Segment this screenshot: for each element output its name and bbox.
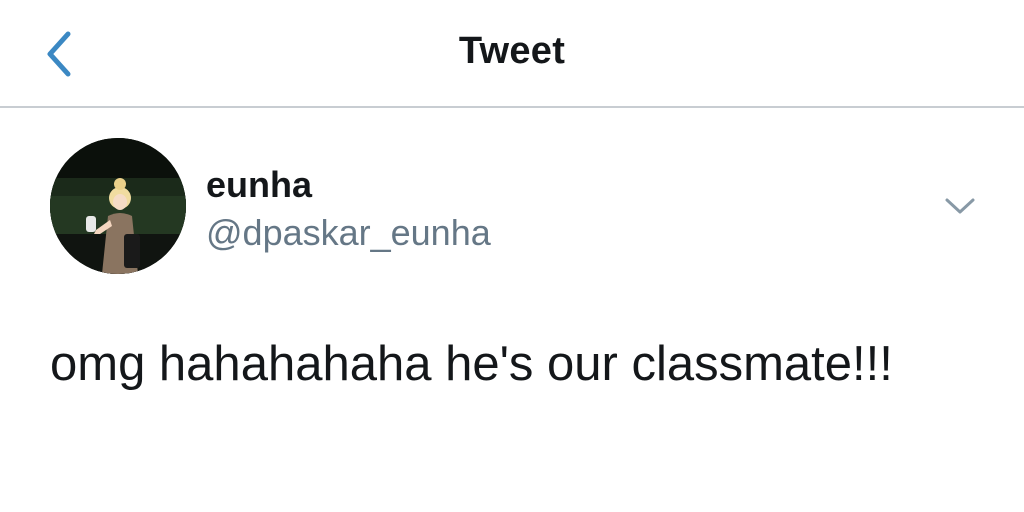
page-title: Tweet <box>458 30 566 72</box>
chevron-down-icon <box>945 198 975 214</box>
tweet-detail-screen: Tweet eunha @dpaskar_eunha omg hahahahah… <box>0 0 1024 512</box>
author-display-name[interactable]: eunha <box>206 164 312 206</box>
profile-photo <box>50 138 186 274</box>
author-handle[interactable]: @dpaskar_eunha <box>206 212 491 254</box>
tweet-options-button[interactable] <box>940 192 980 220</box>
tweet-text: omg hahahahaha he's our classmate!!! <box>50 337 893 391</box>
navigation-bar: Tweet <box>0 0 1024 108</box>
avatar[interactable] <box>50 138 186 274</box>
